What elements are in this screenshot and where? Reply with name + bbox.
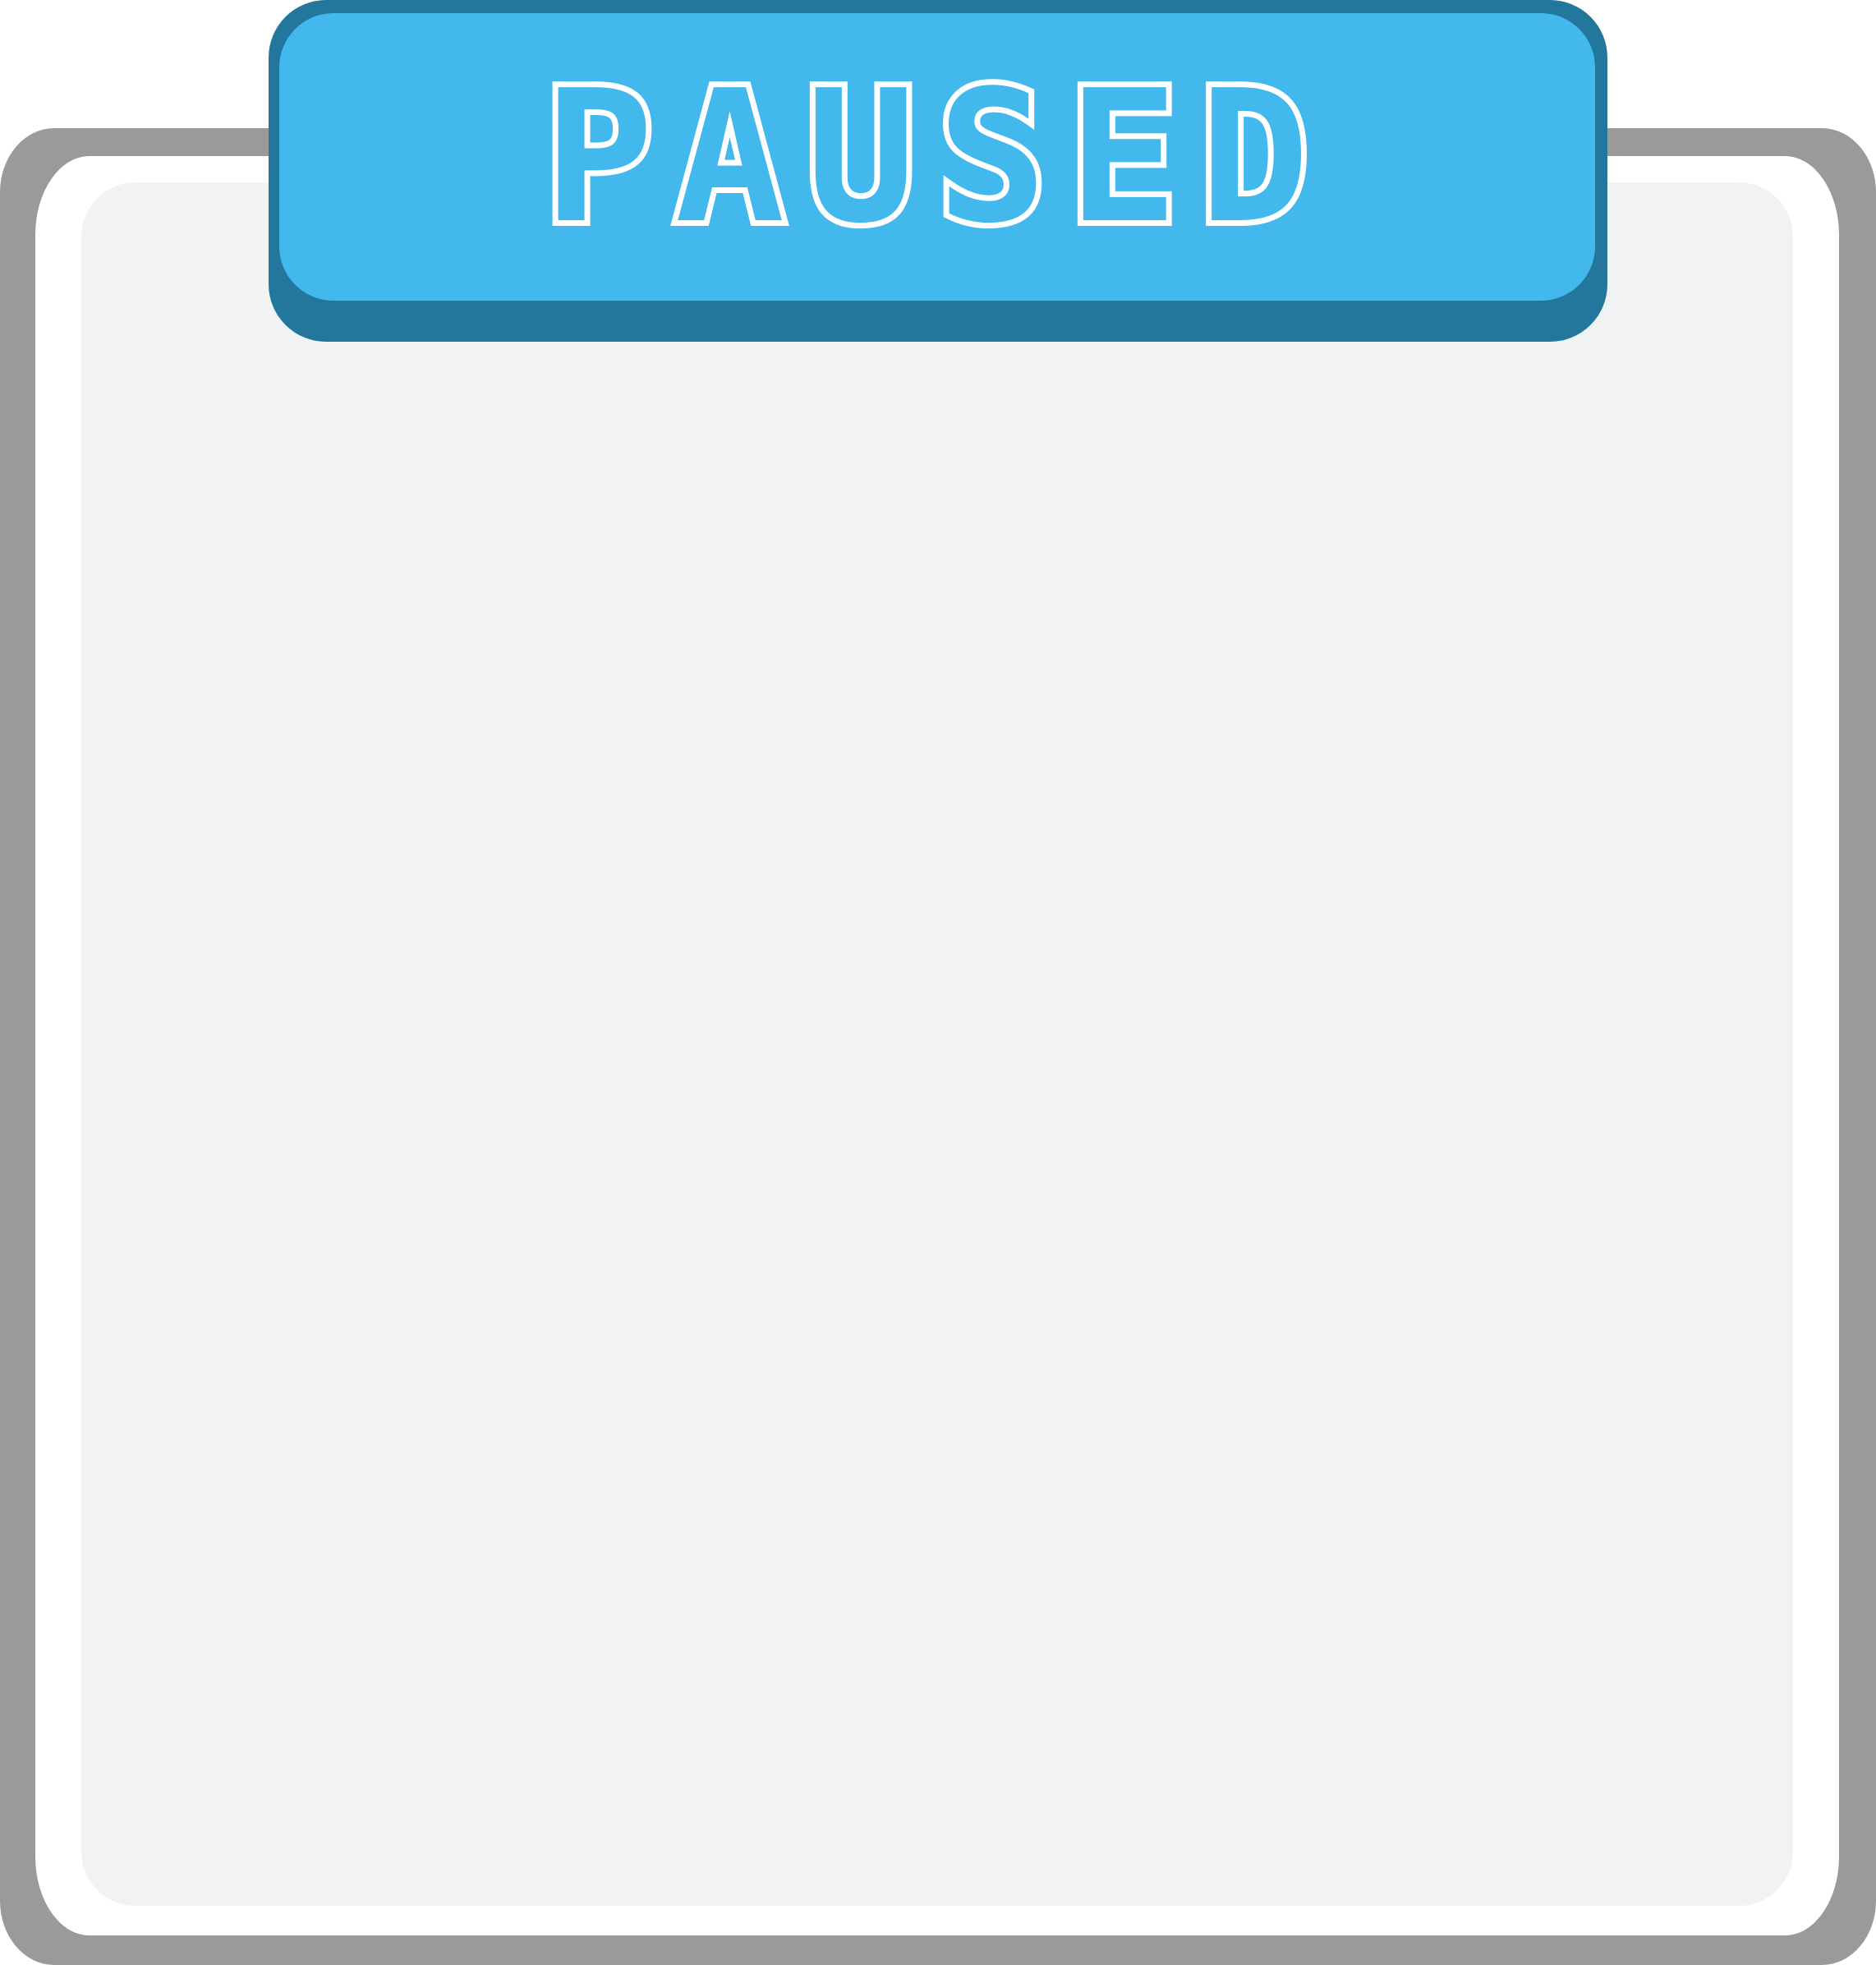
pause-panel-frame <box>0 128 1876 1965</box>
pause-title-banner-face: PAUSED <box>279 13 1595 301</box>
pause-title-banner: PAUSED <box>269 0 1607 342</box>
pause-panel-content-area <box>81 182 1793 1906</box>
pause-title: PAUSED <box>538 52 1331 264</box>
pause-panel-rim <box>35 156 1839 1935</box>
